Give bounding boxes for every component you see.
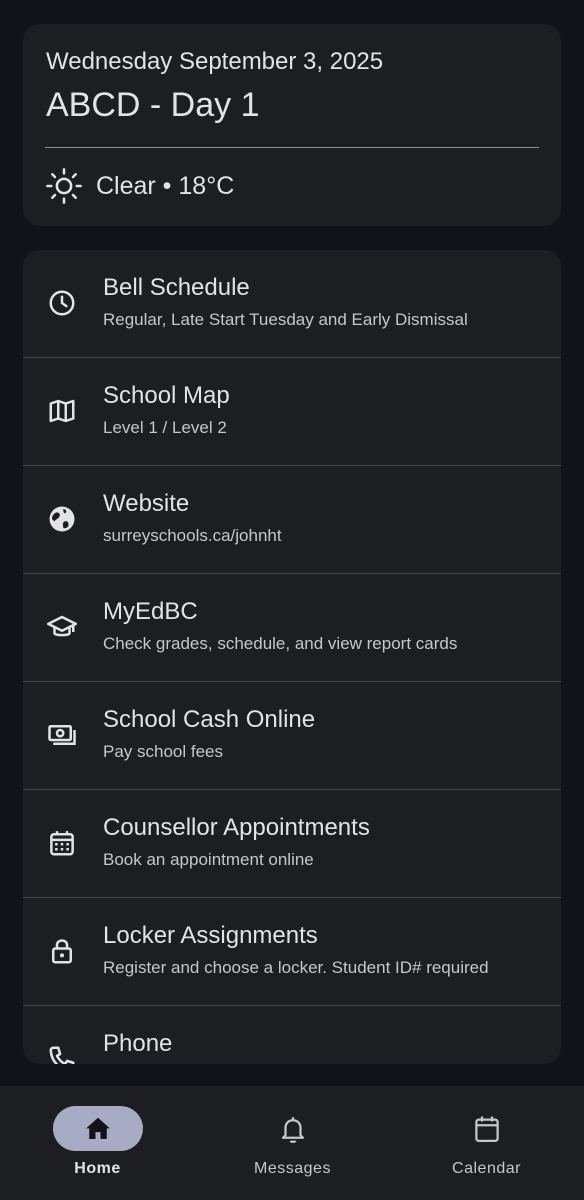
link-school-cash-online[interactable]: School Cash Online Pay school fees — [23, 682, 561, 790]
divider — [45, 147, 539, 148]
link-website[interactable]: Website surreyschools.ca/johnht — [23, 466, 561, 574]
nav-messages-indicator[interactable] — [248, 1106, 338, 1151]
calendar-icon — [474, 1116, 499, 1142]
globe-icon — [45, 502, 79, 536]
lock-icon — [45, 934, 79, 968]
link-title: School Cash Online — [103, 706, 316, 733]
link-locker-assignments[interactable]: Locker Assignments Register and choose a… — [23, 898, 561, 1006]
link-bell-schedule[interactable]: Bell Schedule Regular, Late Start Tuesda… — [23, 250, 561, 358]
link-title: Counsellor Appointments — [103, 814, 370, 841]
weather-row: Clear • 18°C — [45, 167, 234, 205]
phone-icon — [45, 1042, 79, 1064]
bell-icon — [281, 1116, 304, 1143]
link-subtitle: surreyschools.ca/johnht — [103, 526, 282, 545]
nav-messages-label: Messages — [254, 1160, 331, 1177]
graduation-cap-icon — [45, 610, 79, 644]
weather-text: Clear • 18°C — [96, 171, 235, 200]
link-subtitle: Regular, Late Start Tuesday and Early Di… — [103, 310, 468, 329]
link-subtitle: Check grades, schedule, and view report … — [103, 634, 458, 653]
clock-icon — [45, 286, 79, 320]
link-phone[interactable]: Phone — [23, 1006, 561, 1064]
link-title: Phone — [103, 1030, 173, 1057]
link-counsellor-appointments[interactable]: Counsellor Appointments Book an appointm… — [23, 790, 561, 898]
link-school-map[interactable]: School Map Level 1 / Level 2 — [23, 358, 561, 466]
bottom-navigation: Home Messages Calendar — [0, 1086, 584, 1200]
link-title: Website — [103, 490, 190, 517]
home-icon — [85, 1117, 110, 1139]
link-title: Locker Assignments — [103, 922, 318, 949]
nav-calendar-indicator[interactable] — [442, 1106, 532, 1151]
link-title: Bell Schedule — [103, 274, 250, 301]
link-subtitle: Register and choose a locker. Student ID… — [103, 958, 489, 977]
calendar-grid-icon — [45, 826, 79, 860]
sun-icon — [46, 168, 82, 204]
nav-calendar-label: Calendar — [452, 1160, 521, 1177]
date-text: Wednesday September 3, 2025 — [46, 48, 384, 75]
nav-calendar[interactable]: Calendar — [389, 1086, 584, 1200]
day-rotation-title: ABCD - Day 1 — [46, 86, 260, 124]
map-icon — [45, 394, 79, 428]
day-card: Wednesday September 3, 2025 ABCD - Day 1… — [23, 24, 561, 226]
links-list: Bell Schedule Regular, Late Start Tuesda… — [23, 250, 561, 1064]
link-subtitle: Pay school fees — [103, 742, 224, 761]
nav-messages[interactable]: Messages — [195, 1086, 390, 1200]
link-title: MyEdBC — [103, 598, 198, 625]
link-subtitle: Book an appointment online — [103, 850, 314, 869]
link-subtitle: Level 1 / Level 2 — [103, 418, 227, 437]
nav-home[interactable]: Home — [0, 1086, 195, 1200]
link-myedbc[interactable]: MyEdBC Check grades, schedule, and view … — [23, 574, 561, 682]
link-title: School Map — [103, 382, 230, 409]
nav-home-label: Home — [74, 1160, 121, 1177]
nav-home-indicator[interactable] — [52, 1106, 143, 1151]
money-icon — [45, 718, 79, 752]
